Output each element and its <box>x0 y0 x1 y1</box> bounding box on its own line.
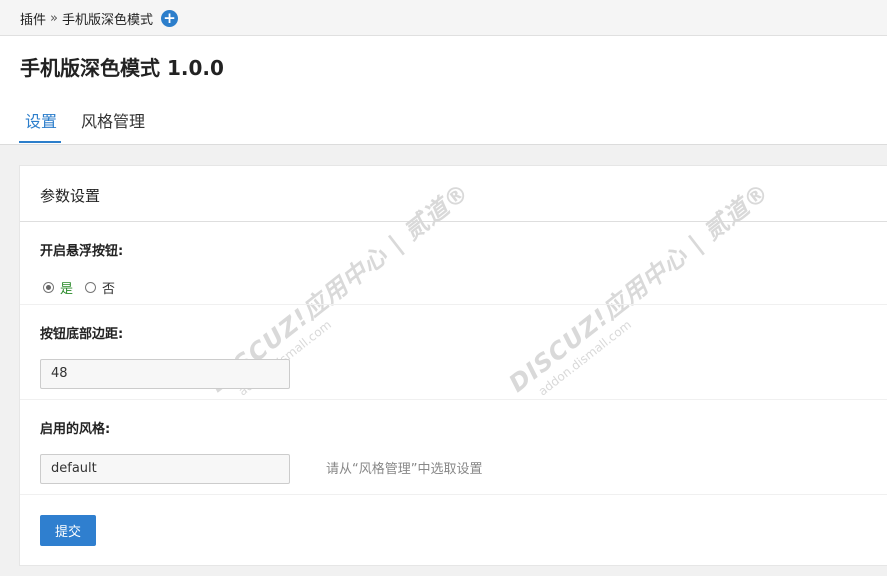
row-divider <box>20 304 887 305</box>
watermark: DISCUZ!应用中心 | 贰道® addon.dismall.com <box>503 177 775 399</box>
radio-yes-label[interactable]: 是 <box>60 278 73 297</box>
header-panel: 手机版深色模式 1.0.0 设置 风格管理 <box>0 36 887 145</box>
row-divider <box>20 494 887 495</box>
settings-card: 参数设置 DISCUZ!应用中心 | 贰道® addon.dismall.com… <box>19 165 887 566</box>
row-divider <box>20 399 887 400</box>
tab-settings[interactable]: 设置 <box>25 108 57 132</box>
radio-no-label[interactable]: 否 <box>102 278 115 297</box>
submit-button[interactable]: 提交 <box>40 515 96 546</box>
breadcrumb-separator: » <box>50 11 58 26</box>
breadcrumb-root[interactable]: 插件 <box>20 9 46 28</box>
top-bar: 插件 » 手机版深色模式 + <box>0 0 887 36</box>
radio-yes[interactable] <box>43 282 54 293</box>
style-input[interactable]: default <box>40 454 290 484</box>
breadcrumb: 插件 » 手机版深色模式 + <box>20 9 178 28</box>
style-hint: 请从“风格管理”中选取设置 <box>326 462 483 477</box>
card-header-divider <box>20 221 887 222</box>
radio-no[interactable] <box>85 282 97 293</box>
card-title: 参数设置 <box>40 187 101 205</box>
style-label: 启用的风格: <box>40 422 111 437</box>
float-button-label: 开启悬浮按钮: <box>40 244 124 259</box>
active-tab-indicator <box>19 141 61 143</box>
breadcrumb-current[interactable]: 手机版深色模式 <box>62 9 153 28</box>
tab-style-management[interactable]: 风格管理 <box>81 108 145 132</box>
bottom-margin-input[interactable]: 48 <box>40 359 290 389</box>
plus-circle-icon[interactable]: + <box>161 10 178 27</box>
float-button-radio-group: 是 否 <box>43 278 115 297</box>
page-title: 手机版深色模式 1.0.0 <box>20 56 224 80</box>
bottom-margin-label: 按钮底部边距: <box>40 327 124 342</box>
